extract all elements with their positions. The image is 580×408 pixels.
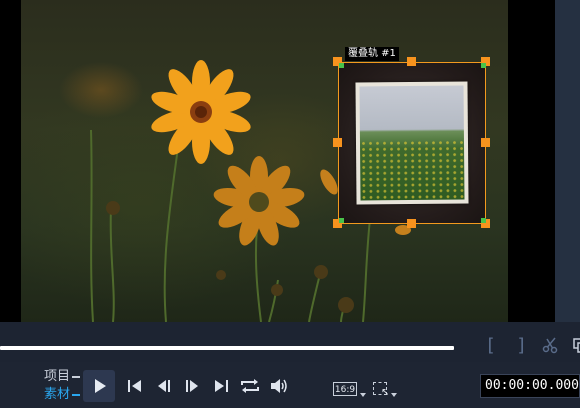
aspect-ratio-dropdown-icon[interactable] <box>360 393 366 397</box>
play-button[interactable] <box>83 370 115 402</box>
resize-handle-left[interactable] <box>333 138 342 147</box>
previous-frame-icon <box>158 380 170 392</box>
aspect-ratio-button[interactable]: 16:9 <box>333 382 357 396</box>
distort-handle-top-right[interactable] <box>481 63 486 68</box>
mark-out-button[interactable]: ] <box>506 336 536 356</box>
previous-frame-button[interactable] <box>154 377 176 395</box>
overlay-clip[interactable] <box>338 62 486 224</box>
resize-handle-top[interactable] <box>407 57 416 66</box>
resize-handle-bottom[interactable] <box>407 219 416 228</box>
letterbox-left <box>0 0 21 322</box>
next-frame-icon <box>186 380 198 392</box>
volume-icon <box>271 379 287 393</box>
overlay-track-label: 覆叠轨 #1 <box>345 47 399 61</box>
distort-handle-bottom-left[interactable] <box>339 218 344 223</box>
distort-handle-top-left[interactable] <box>339 63 344 68</box>
next-frame-button[interactable] <box>181 377 203 395</box>
repeat-button[interactable] <box>239 377 261 395</box>
volume-button[interactable] <box>268 377 290 395</box>
distort-handle-bottom-right[interactable] <box>481 218 486 223</box>
skip-to-end-icon <box>215 380 228 392</box>
clip-mode-option[interactable]: 素材 <box>44 386 81 404</box>
trim-toolbar: [ ] <box>476 336 580 356</box>
scrubber-track[interactable] <box>0 346 454 350</box>
cursor-icon: ↖ <box>381 387 390 398</box>
repeat-icon <box>241 379 259 393</box>
skip-to-end-button[interactable] <box>211 377 233 395</box>
skip-to-start-button[interactable] <box>124 377 146 395</box>
sunflower-field-image <box>359 85 465 201</box>
skip-to-start-icon <box>128 380 141 392</box>
scissors-icon[interactable] <box>536 336 566 356</box>
resize-handle-right[interactable] <box>481 138 490 147</box>
timecode-display[interactable]: 00:00:00.000 <box>480 374 580 398</box>
play-icon <box>95 379 106 393</box>
mark-in-button[interactable]: [ <box>476 336 506 356</box>
playback-mode-switch: 项目 素材 <box>44 368 81 404</box>
crop-dropdown-icon[interactable] <box>391 393 397 397</box>
overlay-photo <box>355 81 469 205</box>
preview-window[interactable]: 覆叠轨 #1 <box>0 0 580 322</box>
side-panel <box>555 0 580 322</box>
project-mode-option[interactable]: 项目 <box>44 368 81 386</box>
letterbox-right <box>508 0 555 322</box>
copy-icon[interactable] <box>566 336 580 356</box>
